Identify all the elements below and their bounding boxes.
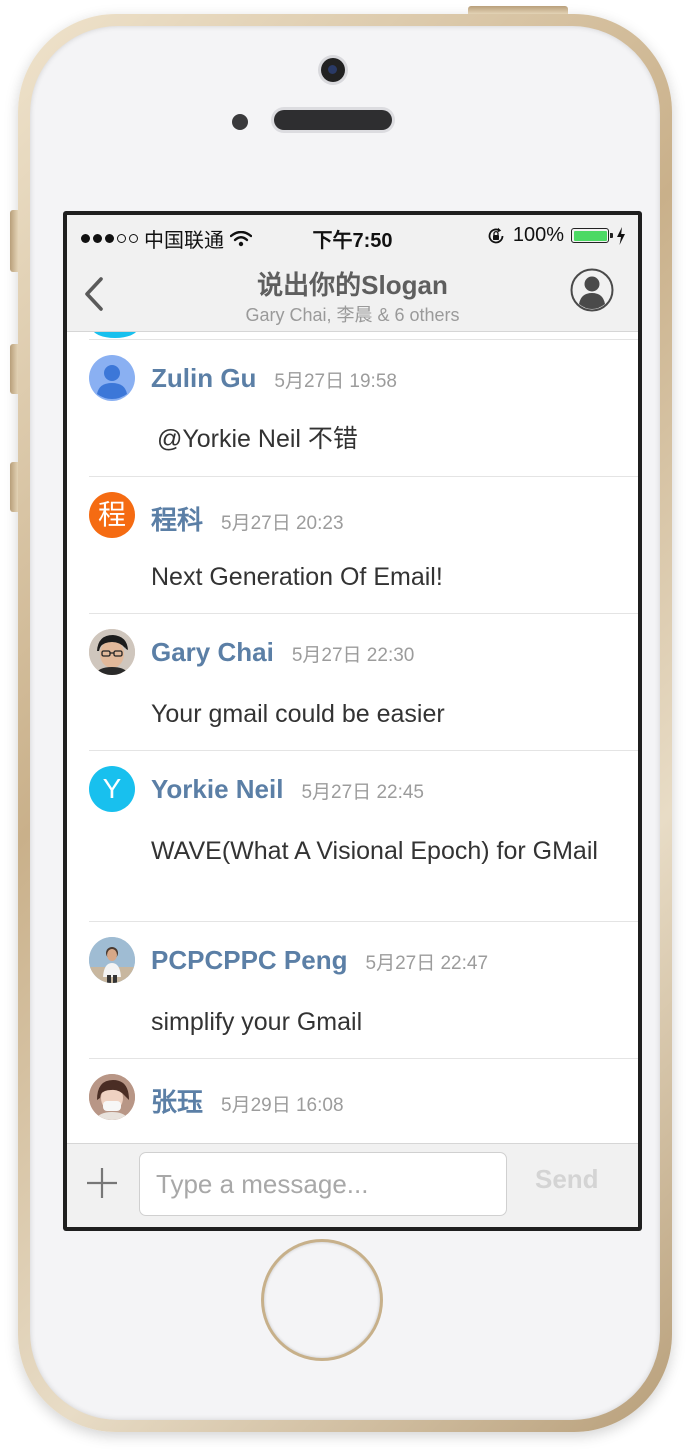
message-header: Zulin Gu 5月27日 19:58	[151, 363, 397, 394]
message-input[interactable]	[139, 1152, 507, 1216]
status-bar: 中国联通 下午7:50 100%	[67, 215, 638, 255]
chat-app: 中国联通 下午7:50 100% 说出你的Slogan Gary Chai, 李…	[67, 215, 638, 1227]
send-button[interactable]: Send	[535, 1164, 599, 1195]
message-item[interactable]: Zulin Gu 5月27日 19:58 @Yorkie Neil 不错	[67, 339, 638, 477]
person-photo-icon	[89, 629, 135, 675]
message-item[interactable]: 程 程科 5月27日 20:23 Next Generation Of Email…	[67, 477, 638, 614]
sender-name[interactable]: PCPCPPC Peng	[151, 945, 348, 975]
message-composer: Send	[67, 1143, 638, 1227]
message-timestamp: 5月27日 20:23	[221, 513, 344, 534]
user-photo-avatar	[89, 629, 135, 675]
message-item[interactable]: Y Yorkie Neil 5月27日 22:45 WAVE(What A Vis…	[67, 751, 638, 922]
sender-name[interactable]: 程科	[151, 505, 203, 535]
sender-name[interactable]: Gary Chai	[151, 637, 274, 667]
default-user-avatar	[89, 355, 135, 401]
letter-avatar: Y	[89, 766, 135, 812]
message-text: Your gmail could be easier	[151, 700, 445, 728]
person-photo-icon	[89, 1074, 135, 1120]
avatar-partial	[92, 332, 138, 338]
message-item[interactable]: Gary Chai 5月27日 22:30 Your gmail could be…	[67, 614, 638, 751]
message-timestamp: 5月27日 19:58	[274, 371, 397, 392]
message-header: Yorkie Neil 5月27日 22:45	[151, 774, 424, 805]
letter-avatar: 程	[89, 492, 135, 538]
battery-icon	[571, 228, 613, 243]
message-text: WAVE(What A Visional Epoch) for GMail	[151, 837, 598, 865]
add-attachment-plus-icon[interactable]	[85, 1166, 119, 1200]
avatar-letter: Y	[102, 773, 122, 804]
message-timestamp: 5月27日 22:45	[301, 782, 424, 803]
sender-name[interactable]: Zulin Gu	[151, 363, 256, 393]
message-item[interactable]: 张珏 5月29日 16:08	[67, 1059, 638, 1143]
conversation-title: 说出你的Slogan	[257, 270, 448, 300]
home-button[interactable]	[264, 1242, 380, 1358]
earpiece-speaker	[274, 110, 392, 130]
message-text: @Yorkie Neil 不错	[157, 425, 358, 453]
volume-down-button	[10, 462, 18, 512]
rotation-lock-icon	[488, 227, 504, 243]
proximity-sensor	[232, 114, 248, 130]
message-text: Next Generation Of Email!	[151, 563, 443, 591]
message-timestamp: 5月29日 16:08	[221, 1095, 344, 1116]
user-photo-avatar	[89, 937, 135, 983]
message-timestamp: 5月27日 22:30	[291, 645, 415, 666]
message-item[interactable]: PCPCPPC Peng 5月27日 22:47 simplify your Gm…	[67, 922, 638, 1059]
status-right: 100%	[486, 224, 626, 247]
message-list[interactable]: Zulin Gu 5月27日 19:58 @Yorkie Neil 不错 程 程科…	[67, 332, 638, 1143]
message-timestamp: 5月27日 22:47	[365, 953, 489, 974]
battery-percent: 100%	[512, 224, 564, 246]
charging-bolt-icon	[617, 226, 625, 245]
participants-subtitle: Gary Chai, 李晨 & 6 others	[245, 305, 460, 325]
message-header: 张珏 5月29日 16:08	[151, 1082, 344, 1119]
volume-up-button	[10, 344, 18, 394]
message-header: PCPCPPC Peng 5月27日 22:47	[151, 945, 488, 976]
participants-profile-icon[interactable]	[570, 268, 614, 312]
sender-name[interactable]: Yorkie Neil	[151, 774, 283, 804]
person-silhouette-icon	[97, 365, 127, 399]
avatar-letter: 程	[97, 499, 126, 530]
message-header: 程科 5月27日 20:23	[151, 500, 344, 537]
mute-switch	[10, 210, 18, 272]
screen: 中国联通 下午7:50 100% 说出你的Slogan Gary Chai, 李…	[63, 211, 642, 1231]
message-header: Gary Chai 5月27日 22:30	[151, 637, 414, 668]
nav-bar: 说出你的Slogan Gary Chai, 李晨 & 6 others	[67, 255, 638, 332]
person-photo-icon	[89, 937, 135, 983]
message-text: simplify your Gmail	[151, 1008, 363, 1036]
front-camera	[321, 58, 345, 82]
user-photo-avatar	[89, 1074, 135, 1120]
power-button	[468, 6, 568, 14]
sender-name[interactable]: 张珏	[151, 1087, 203, 1117]
